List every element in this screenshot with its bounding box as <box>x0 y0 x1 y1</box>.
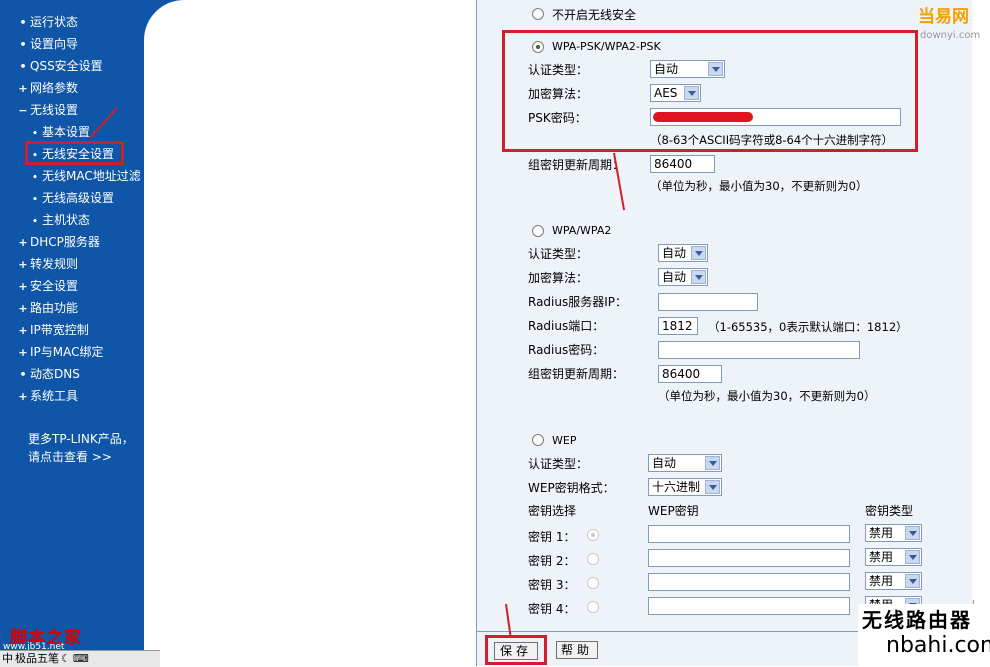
ime-toolbar[interactable]: 中极品五笔 ☾ ⌨ <box>0 650 160 667</box>
sidebar-item-dhcp[interactable]: + DHCP服务器 <box>16 231 100 253</box>
wpa-group-key-hint: （单位为秒，最小值为30，不更新则为0） <box>658 389 876 403</box>
wep-key-3-radio[interactable] <box>587 577 599 589</box>
wep-auth-select[interactable]: 自动 <box>648 454 722 472</box>
chevron-down-icon <box>705 480 720 494</box>
sidebar-item-ddns[interactable]: • 动态DNS <box>16 363 79 385</box>
wep-key-2-label: 密钥 2： <box>528 554 576 568</box>
radius-ip-input[interactable] <box>658 293 758 311</box>
keyboard-icon: ⌨ <box>72 652 89 665</box>
sidebar-item-qss[interactable]: • QSS安全设置 <box>16 55 102 77</box>
chevron-down-icon <box>705 456 720 470</box>
wep-key-3-type-select[interactable]: 禁用 <box>865 572 922 590</box>
sidebar-subitem-mac-filter[interactable]: • 无线MAC地址过滤 <box>28 165 141 187</box>
wpa-psk-group-key-label: 组密钥更新周期： <box>528 158 625 172</box>
chevron-down-icon <box>691 246 706 260</box>
wep-key-2-radio[interactable] <box>587 553 599 565</box>
sidebar-item-bandwidth[interactable]: + IP带宽控制 <box>16 319 88 341</box>
wpa-radio[interactable] <box>532 225 544 237</box>
sidebar-item-wireless[interactable]: − 无线设置 <box>16 99 78 121</box>
wep-key-4-radio[interactable] <box>587 601 599 613</box>
wep-key-2-type-select[interactable]: 禁用 <box>865 548 922 566</box>
wpa-auth-label: 认证类型： <box>528 247 589 261</box>
wep-key-1-label: 密钥 1： <box>528 530 576 544</box>
wep-auth-label: 认证类型： <box>528 457 589 471</box>
wep-format-label: WEP密钥格式： <box>528 481 615 495</box>
moon-icon: ☾ <box>61 652 71 665</box>
sidebar-item-routing[interactable]: + 路由功能 <box>16 297 78 319</box>
wpa-enc-select[interactable]: 自动 <box>658 268 708 286</box>
sidebar-highlight-box <box>25 141 124 165</box>
wep-key-2-input[interactable] <box>648 549 850 567</box>
dangyi-logo: 当易网 downyi.com <box>918 7 981 41</box>
wep-key-1-input[interactable] <box>648 525 850 543</box>
wep-col-key-type: 密钥类型 <box>865 504 914 518</box>
radius-port-input[interactable]: 1812 <box>658 317 698 335</box>
wep-key-3-input[interactable] <box>648 573 850 591</box>
sidebar-item-security[interactable]: + 安全设置 <box>16 275 78 297</box>
wep-key-4-label: 密钥 4： <box>528 602 576 616</box>
wpa-group-key-label: 组密钥更新周期： <box>528 367 625 381</box>
wpa-enc-label: 加密算法： <box>528 271 589 285</box>
sidebar-item-system-tools[interactable]: + 系统工具 <box>16 385 78 407</box>
sidebar-item-forwarding[interactable]: + 转发规则 <box>16 253 78 275</box>
chevron-down-icon <box>691 270 706 284</box>
wpa-psk-highlight-box <box>502 30 918 152</box>
wpa-auth-select[interactable]: 自动 <box>658 244 708 262</box>
ime-label: 极品五笔 <box>15 652 59 665</box>
wep-radio[interactable] <box>532 434 544 446</box>
ime-icon: 中 <box>2 652 13 665</box>
sidebar-subitem-host-status[interactable]: • 主机状态 <box>28 209 90 231</box>
sidebar-item-ip-mac-binding[interactable]: + IP与MAC绑定 <box>16 341 103 363</box>
chevron-down-icon <box>905 526 920 540</box>
sidebar-item-setup-wizard[interactable]: • 设置向导 <box>16 33 78 55</box>
wep-col-wep-key: WEP密钥 <box>648 504 699 518</box>
wpa-psk-group-key-hint: （单位为秒，最小值为30，不更新则为0） <box>650 179 868 193</box>
radius-ip-label: Radius服务器IP： <box>528 295 628 309</box>
wpa-psk-group-key-input[interactable]: 86400 <box>650 155 715 173</box>
wep-key-1-radio[interactable] <box>587 529 599 541</box>
sidebar-subitem-advanced[interactable]: • 无线高级设置 <box>28 187 114 209</box>
no-security-radio[interactable] <box>532 8 544 20</box>
no-security-label: 不开启无线安全 <box>552 8 637 22</box>
nbahi-logo: 无线路由器 nbahi.com <box>858 604 990 666</box>
wep-key-3-label: 密钥 3： <box>528 578 576 592</box>
wep-title: WEP <box>552 434 577 447</box>
wep-key-4-input[interactable] <box>648 597 850 615</box>
help-button[interactable]: 帮助 <box>556 641 598 659</box>
wep-key-1-type-select[interactable]: 禁用 <box>865 524 922 542</box>
more-products-link[interactable]: 更多TP-LINK产品， 请点击查看 >> <box>28 430 134 466</box>
wpa-title: WPA/WPA2 <box>552 224 612 237</box>
wpa-group-key-input[interactable]: 86400 <box>658 365 722 383</box>
wep-format-select[interactable]: 十六进制 <box>648 478 722 496</box>
wep-col-key-select: 密钥选择 <box>528 504 577 518</box>
sidebar-item-network[interactable]: + 网络参数 <box>16 77 78 99</box>
save-highlight-box <box>485 635 547 665</box>
radius-password-label: Radius密码： <box>528 343 605 357</box>
chevron-down-icon <box>905 574 920 588</box>
sidebar-nav: • 运行状态 • 设置向导 • QSS安全设置 + 网络参数 − 无线设置 • 基本设置 •… <box>0 0 144 666</box>
radius-port-label: Radius端口： <box>528 319 605 333</box>
page-margin <box>972 0 990 600</box>
sidebar-subitem-basic[interactable]: • 基本设置 <box>28 121 90 143</box>
radius-password-input[interactable] <box>658 341 860 359</box>
sidebar-curve-decoration <box>144 0 224 80</box>
chevron-down-icon <box>905 550 920 564</box>
radius-port-hint: （1-65535，0表示默认端口：1812） <box>708 320 908 334</box>
sidebar-item-run-status[interactable]: • 运行状态 <box>16 11 78 33</box>
